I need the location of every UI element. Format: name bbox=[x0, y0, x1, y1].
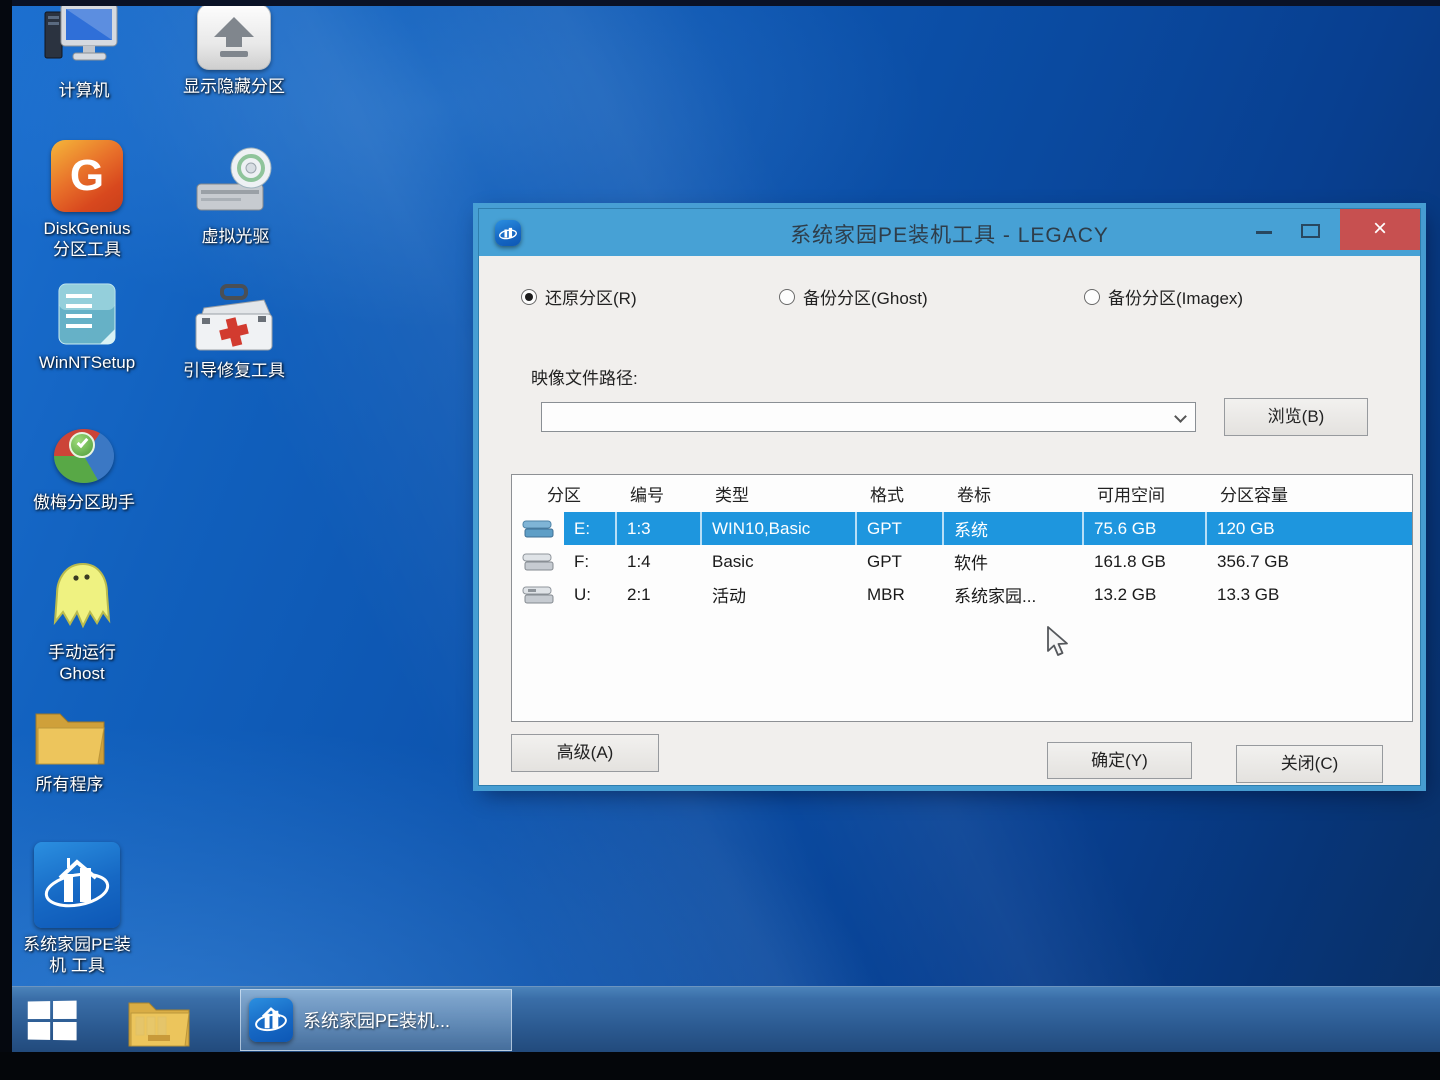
boot-repair-toolbox-icon bbox=[190, 284, 278, 354]
window-title: 系统家园PE装机工具 - LEGACY bbox=[479, 219, 1420, 249]
mouse-cursor bbox=[1046, 626, 1072, 663]
desktop-icon-label: WinNTSetup bbox=[39, 352, 135, 373]
desktop-icon-pe-install-tool[interactable]: 系统家园PE装 机 工具 bbox=[2, 842, 152, 977]
desktop-icon-all-programs[interactable]: 所有程序 bbox=[2, 704, 137, 795]
pe-tool-icon bbox=[34, 842, 120, 928]
desktop-icon-label: 傲梅分区助手 bbox=[33, 492, 135, 513]
desktop-icon-label: 手动运行 Ghost bbox=[48, 642, 116, 685]
desktop-icon-diskgenius[interactable]: G DiskGenius 分区工具 bbox=[12, 140, 162, 261]
desktop-icon-label: 虚拟光驱 bbox=[202, 226, 270, 247]
usb-drive-icon bbox=[512, 578, 564, 611]
desktop-icon-show-hidden-partitions[interactable]: 显示隐藏分区 bbox=[156, 4, 312, 97]
folder-icon bbox=[32, 704, 108, 768]
desktop-icon-label: 所有程序 bbox=[36, 774, 104, 795]
desktop-icon-computer[interactable]: 计算机 bbox=[10, 2, 158, 101]
drive-icon bbox=[512, 512, 564, 545]
image-path-input[interactable] bbox=[546, 405, 1165, 429]
pe-tool-icon bbox=[249, 998, 293, 1042]
chevron-down-icon[interactable] bbox=[1174, 410, 1187, 423]
mode-radio-group: 还原分区(R) 备份分区(Ghost) 备份分区(Imagex) bbox=[479, 284, 1420, 308]
column-header[interactable]: 卷标 bbox=[944, 481, 1084, 506]
column-header[interactable]: 格式 bbox=[857, 481, 944, 506]
computer-icon bbox=[41, 2, 127, 74]
close-window-button[interactable]: × bbox=[1340, 209, 1420, 250]
radio-label: 备份分区(Ghost) bbox=[803, 284, 928, 309]
screen-bezel-left bbox=[0, 0, 12, 1080]
image-path-combobox[interactable] bbox=[541, 402, 1196, 432]
table-row-partition-u[interactable]: U: 2:1 活动 MBR 系统家园... 13.2 GB 13.3 GB bbox=[512, 578, 1412, 611]
minimize-button[interactable] bbox=[1256, 231, 1272, 234]
screen-bezel-bottom bbox=[0, 1052, 1440, 1080]
screen-bezel-top bbox=[0, 0, 1440, 6]
listview-header: 分区 编号 类型 格式 卷标 可用空间 分区容量 bbox=[512, 475, 1412, 512]
browse-button[interactable]: 浏览(B) bbox=[1224, 398, 1368, 436]
drive-icon bbox=[512, 545, 564, 578]
show-hidden-partitions-icon bbox=[197, 4, 271, 70]
desktop-icon-label: 显示隐藏分区 bbox=[183, 76, 285, 97]
aomei-pie-icon bbox=[51, 426, 117, 486]
taskbar-item-label: 系统家园PE装机... bbox=[303, 1007, 450, 1033]
radio-restore-partition[interactable]: 还原分区(R) bbox=[521, 284, 637, 309]
ok-button[interactable]: 确定(Y) bbox=[1047, 742, 1192, 779]
column-header[interactable]: 分区容量 bbox=[1207, 481, 1412, 506]
radio-backup-partition-ghost[interactable]: 备份分区(Ghost) bbox=[779, 284, 928, 309]
start-button[interactable] bbox=[28, 1000, 82, 1043]
column-header[interactable]: 分区 bbox=[512, 481, 617, 506]
close-button[interactable]: 关闭(C) bbox=[1236, 745, 1383, 783]
taskbar-file-explorer-button[interactable] bbox=[126, 995, 192, 1054]
diskgenius-icon: G bbox=[51, 140, 123, 212]
desktop-icon-aomei-partition-assistant[interactable]: 傲梅分区助手 bbox=[10, 426, 158, 513]
pe-tool-window: 系统家园PE装机工具 - LEGACY × 还原分区(R) 备份分区(Ghost… bbox=[478, 208, 1421, 786]
advanced-button[interactable]: 高级(A) bbox=[511, 734, 659, 772]
table-row-partition-e[interactable]: E: 1:3 WIN10,Basic GPT 系统 75.6 GB 120 GB bbox=[512, 512, 1412, 545]
maximize-button[interactable] bbox=[1301, 224, 1320, 238]
ghost-icon bbox=[43, 560, 121, 636]
desktop-icon-label: 计算机 bbox=[59, 80, 110, 101]
virtual-cdrom-icon bbox=[193, 146, 279, 220]
radio-circle-icon bbox=[521, 289, 537, 305]
partition-listview[interactable]: 分区 编号 类型 格式 卷标 可用空间 分区容量 E: bbox=[511, 474, 1413, 722]
desktop-icon-virtual-cdrom[interactable]: 虚拟光驱 bbox=[158, 146, 313, 247]
radio-label: 备份分区(Imagex) bbox=[1108, 284, 1243, 309]
desktop-icon-label: 系统家园PE装 机 工具 bbox=[23, 934, 131, 977]
window-titlebar[interactable]: 系统家园PE装机工具 - LEGACY × bbox=[479, 209, 1420, 256]
desktop-icon-boot-repair-tool[interactable]: 引导修复工具 bbox=[154, 284, 314, 381]
radio-backup-partition-imagex[interactable]: 备份分区(Imagex) bbox=[1084, 284, 1243, 309]
desktop-icon-label: DiskGenius 分区工具 bbox=[44, 218, 131, 261]
table-row-partition-f[interactable]: F: 1:4 Basic GPT 软件 161.8 GB 356.7 GB bbox=[512, 545, 1412, 578]
column-header[interactable]: 编号 bbox=[617, 481, 702, 506]
desktop-icon-label: 引导修复工具 bbox=[183, 360, 285, 381]
column-header[interactable]: 可用空间 bbox=[1084, 481, 1207, 506]
desktop-background[interactable]: 计算机 显示隐藏分区 G DiskGenius 分区工具 虚拟光驱 bbox=[0, 0, 1440, 1080]
column-header[interactable]: 类型 bbox=[702, 481, 857, 506]
desktop-icon-winntsetup[interactable]: WinNTSetup bbox=[12, 282, 162, 373]
windows-logo-icon bbox=[28, 1001, 50, 1019]
image-path-label: 映像文件路径: bbox=[531, 364, 638, 389]
winntsetup-icon bbox=[56, 282, 118, 346]
window-body: 还原分区(R) 备份分区(Ghost) 备份分区(Imagex) 映像文件路径:… bbox=[479, 256, 1420, 785]
radio-label: 还原分区(R) bbox=[545, 284, 637, 309]
taskbar-item-pe-tool[interactable]: 系统家园PE装机... bbox=[240, 989, 512, 1051]
desktop-icon-run-ghost[interactable]: 手动运行 Ghost bbox=[8, 560, 156, 685]
taskbar: 系统家园PE装机... bbox=[0, 986, 1440, 1052]
radio-circle-icon bbox=[1084, 289, 1100, 305]
radio-circle-icon bbox=[779, 289, 795, 305]
